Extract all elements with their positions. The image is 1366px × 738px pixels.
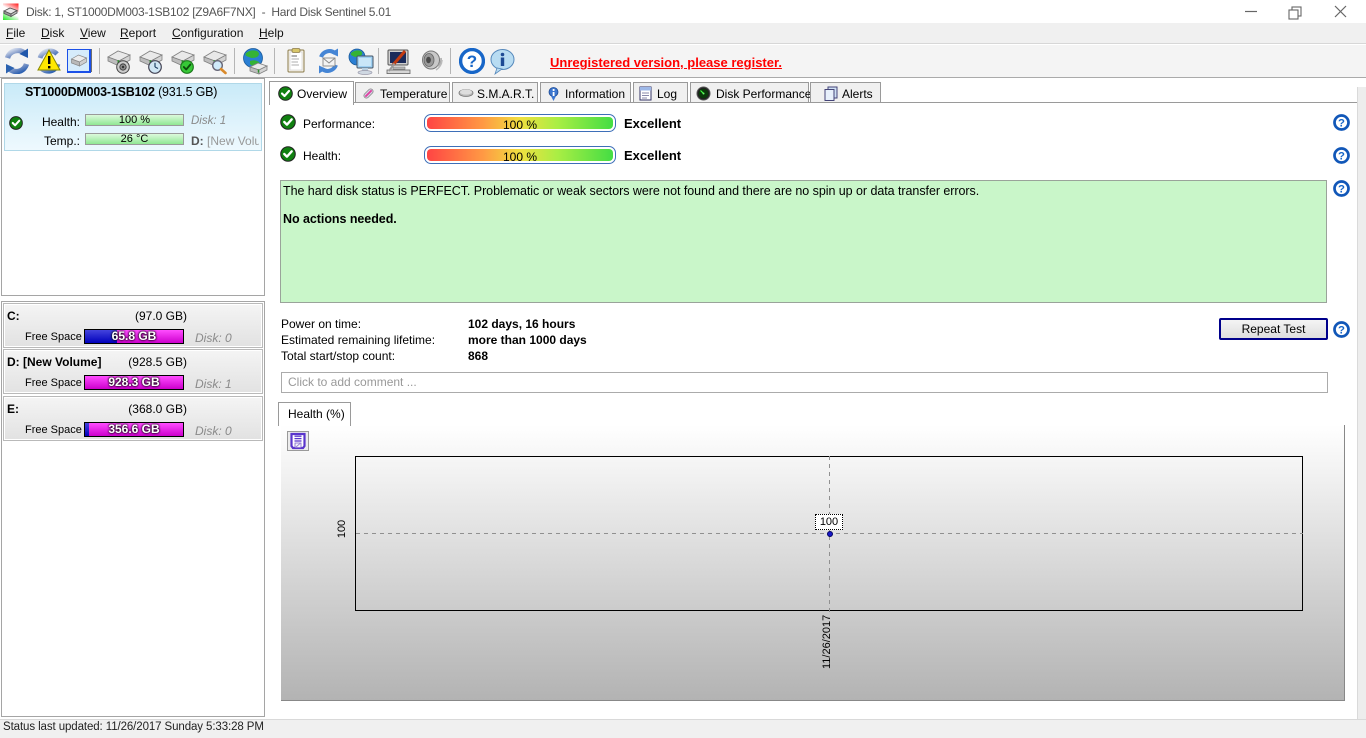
- svg-text:?: ?: [1338, 150, 1345, 162]
- svg-text:?: ?: [1338, 117, 1345, 129]
- svg-text:?: ?: [1338, 324, 1345, 336]
- svg-text:?: ?: [1338, 183, 1345, 195]
- svg-text:?: ?: [467, 52, 477, 71]
